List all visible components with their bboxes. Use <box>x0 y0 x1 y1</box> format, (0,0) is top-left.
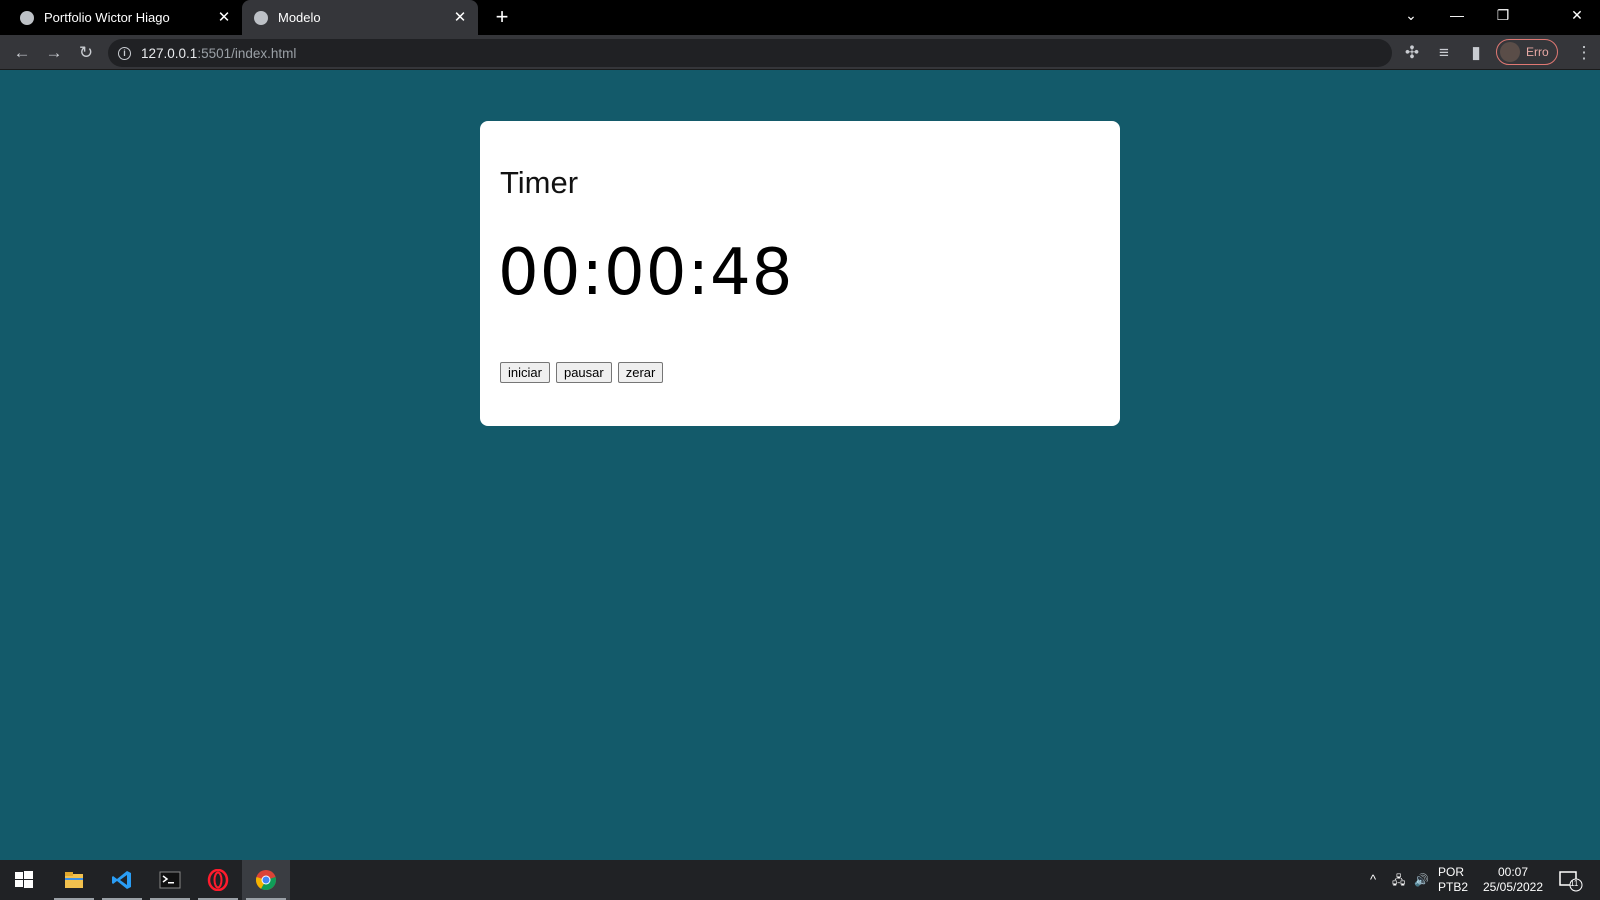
forward-button[interactable]: → <box>40 39 68 67</box>
tab-search-button[interactable]: ⌄ <box>1388 0 1434 35</box>
language-code: POR <box>1438 865 1465 879</box>
media-queue-icon[interactable]: ≡ <box>1430 39 1458 67</box>
language-indicator[interactable]: POR PTB2 <box>1438 860 1468 900</box>
tab-modelo[interactable]: Modelo ✕ <box>242 0 478 35</box>
globe-icon <box>254 10 268 25</box>
tab-portfolio[interactable]: Portfolio Wictor Hiago ✕ <box>8 0 242 35</box>
notification-count: 11 <box>1570 879 1579 888</box>
page-title: Timer <box>500 165 579 200</box>
url-path: :5501/index.html <box>197 45 297 61</box>
vscode-icon <box>112 871 131 889</box>
chrome-button[interactable] <box>242 860 290 900</box>
timer-controls: iniciar pausar zerar <box>500 362 664 383</box>
folder-icon <box>65 872 83 888</box>
profile-status: Erro <box>1526 45 1549 59</box>
windows-icon <box>15 871 33 888</box>
terminal-button[interactable] <box>146 860 194 900</box>
minimize-button[interactable]: — <box>1434 0 1480 35</box>
start-button[interactable] <box>0 860 48 900</box>
timer-card: Timer 00:00:48 iniciar pausar zerar <box>480 121 1120 426</box>
extensions-icon[interactable]: ✣ <box>1398 39 1426 67</box>
volume-icon[interactable]: 🔊 <box>1414 860 1429 900</box>
tray-overflow-icon[interactable]: ^ <box>1370 860 1376 900</box>
back-button[interactable]: ← <box>8 39 36 67</box>
close-icon[interactable]: ✕ <box>452 9 468 26</box>
profile-button[interactable]: Erro <box>1496 39 1558 65</box>
opera-icon <box>207 869 229 891</box>
clock-time: 00:07 <box>1497 865 1529 879</box>
keyboard-layout: PTB2 <box>1438 880 1469 894</box>
address-bar[interactable]: i 127.0.0.1:5501/index.html <box>108 39 1392 67</box>
terminal-icon <box>159 871 181 889</box>
opera-button[interactable] <box>194 860 242 900</box>
taskbar: ^ 🖧 🔊 POR PTB2 00:07 25/05/2022 11 <box>0 860 1600 900</box>
tab-strip: Portfolio Wictor Hiago ✕ Modelo ✕ + ⌄ — … <box>0 0 1600 35</box>
menu-icon[interactable]: ⋮ <box>1570 39 1598 67</box>
globe-icon <box>20 10 34 25</box>
window-close-button[interactable]: ✕ <box>1554 0 1600 35</box>
start-button[interactable]: iniciar <box>500 362 550 383</box>
url-host: 127.0.0.1 <box>141 45 198 61</box>
new-tab-button[interactable]: + <box>490 6 514 30</box>
vscode-button[interactable] <box>98 860 146 900</box>
tab-title: Modelo <box>278 10 321 25</box>
close-icon[interactable]: ✕ <box>216 9 232 26</box>
reset-button[interactable]: zerar <box>617 362 664 383</box>
reload-button[interactable]: ↻ <box>72 39 100 67</box>
notifications-button[interactable]: 11 <box>1556 860 1586 900</box>
restore-button[interactable]: ❐ <box>1480 0 1526 35</box>
file-explorer-button[interactable] <box>50 860 98 900</box>
pause-button[interactable]: pausar <box>555 362 612 383</box>
chrome-icon <box>256 870 276 891</box>
side-panel-icon[interactable]: ▮ <box>1462 39 1490 67</box>
avatar <box>1500 42 1520 62</box>
tab-title: Portfolio Wictor Hiago <box>44 10 170 25</box>
clock[interactable]: 00:07 25/05/2022 <box>1478 860 1548 900</box>
network-icon[interactable]: 🖧 <box>1392 860 1405 900</box>
site-info-icon[interactable]: i <box>118 46 131 60</box>
timer-display: 00:00:48 <box>498 236 794 310</box>
clock-date: 25/05/2022 <box>1482 880 1544 894</box>
